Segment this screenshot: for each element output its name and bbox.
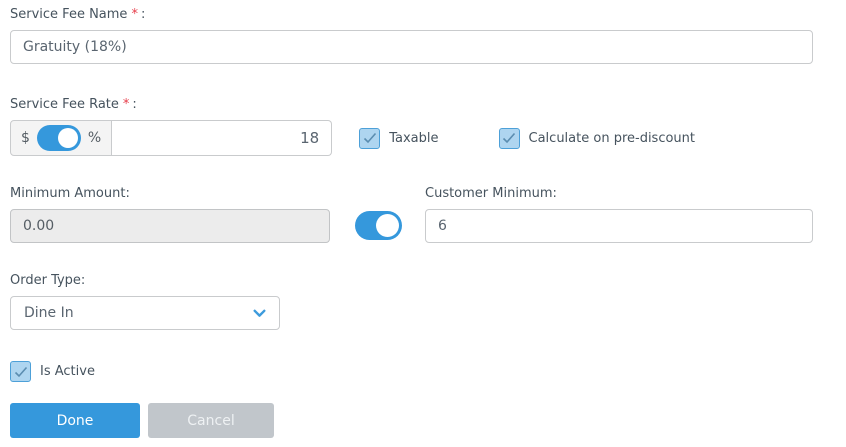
is-active-checkbox[interactable] xyxy=(10,361,31,382)
cancel-button[interactable]: Cancel xyxy=(148,403,274,438)
order-type-select[interactable]: Dine In xyxy=(10,296,280,330)
required-asterisk: * xyxy=(131,7,138,22)
pre-discount-checkbox[interactable] xyxy=(498,127,520,149)
pre-discount-checkbox-group: Calculate on pre-discount xyxy=(498,127,696,149)
order-type-value: Dine In xyxy=(24,305,74,321)
dollar-label: $ xyxy=(21,130,30,146)
order-type-label: Order Type: xyxy=(10,273,86,288)
toggle-knob-icon xyxy=(376,214,399,237)
taxable-checkbox-group: Taxable xyxy=(359,127,439,149)
service-fee-name-label: Service Fee Name *: xyxy=(10,7,146,22)
rate-unit-group: $ % xyxy=(10,120,113,156)
required-asterisk: * xyxy=(122,97,130,112)
checkmark-icon xyxy=(363,132,376,144)
minimum-row: Minimum Amount: Customer Minimum: xyxy=(10,186,813,243)
service-fee-name-input[interactable] xyxy=(10,30,813,64)
customer-minimum-field: Customer Minimum: xyxy=(425,186,813,243)
is-active-label: Is Active xyxy=(40,364,95,379)
minimum-amount-field: Minimum Amount: xyxy=(10,186,330,243)
toggle-knob-icon xyxy=(57,128,78,148)
checkmark-icon xyxy=(14,366,27,377)
customer-minimum-label: Customer Minimum: xyxy=(425,186,557,201)
service-fee-form: Service Fee Name*: Service Fee Rate*: $ … xyxy=(0,0,846,438)
pre-discount-label: Calculate on pre-discount xyxy=(528,130,696,146)
minimum-amount-toggle[interactable] xyxy=(355,211,402,240)
is-active-checkbox-group: Is Active xyxy=(10,361,813,382)
customer-minimum-input[interactable] xyxy=(425,209,813,243)
rate-unit-toggle[interactable] xyxy=(36,125,81,151)
minimum-toggle-slot xyxy=(330,211,402,240)
minimum-amount-input xyxy=(10,209,330,243)
minimum-amount-label: Minimum Amount: xyxy=(10,186,130,201)
form-actions: Done Cancel xyxy=(10,403,813,438)
service-fee-rate-label: Service Fee Rate *: xyxy=(10,97,137,112)
service-fee-rate-row: $ % Taxable Calculate on pre-discount xyxy=(10,120,813,156)
taxable-checkbox[interactable] xyxy=(359,127,381,149)
order-type-field: Order Type: Dine In xyxy=(10,273,813,330)
service-fee-rate-input[interactable] xyxy=(112,120,333,156)
taxable-label: Taxable xyxy=(389,130,439,146)
percent-label: % xyxy=(87,130,102,146)
chevron-down-icon xyxy=(253,309,266,317)
done-button[interactable]: Done xyxy=(10,403,140,438)
checkmark-icon xyxy=(502,132,516,144)
